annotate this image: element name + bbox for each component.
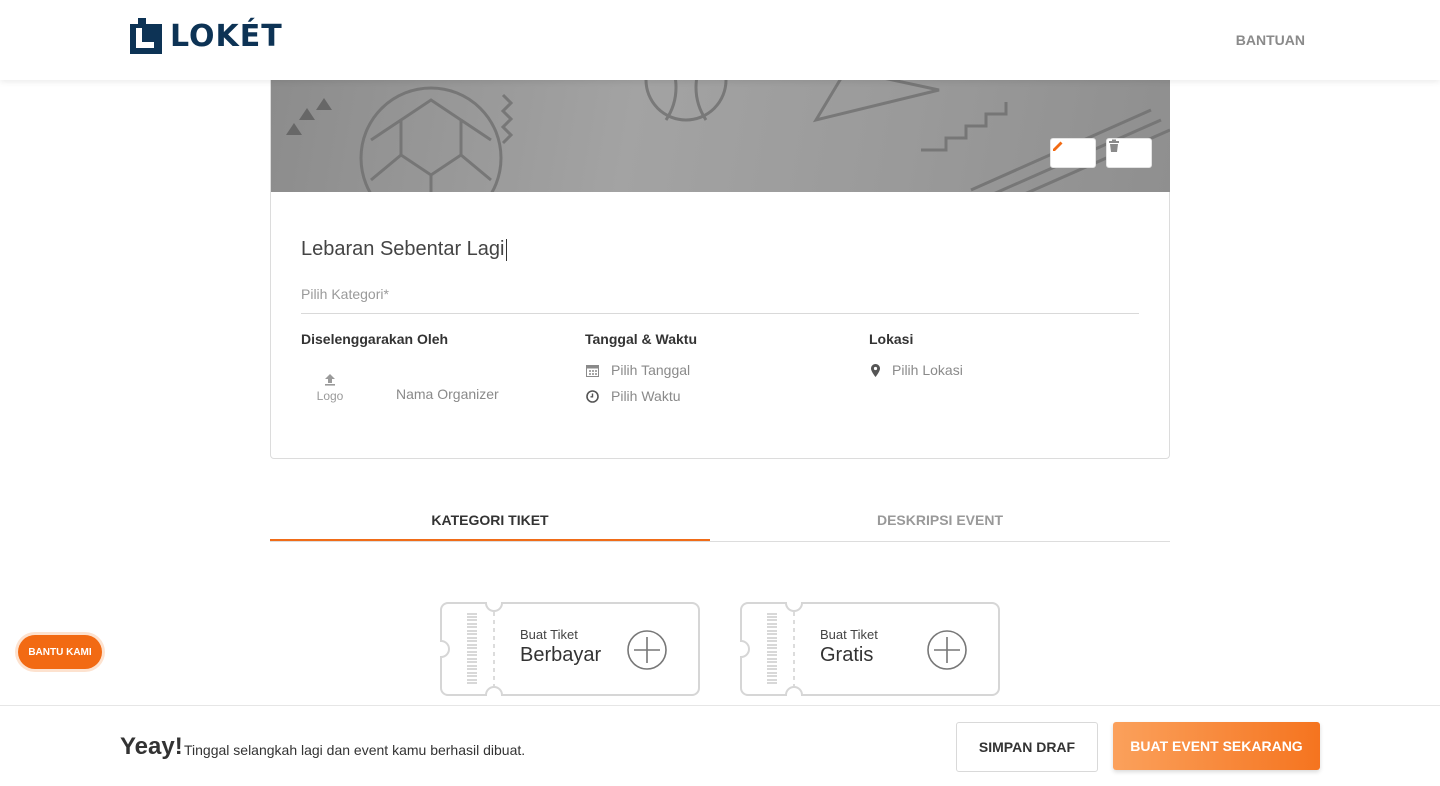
logo-label: Logo bbox=[316, 389, 344, 403]
loket-logo[interactable]: LOKÉT bbox=[130, 18, 283, 54]
time-placeholder: Pilih Waktu bbox=[611, 388, 681, 404]
event-title-input[interactable]: Lebaran Sebentar Lagi bbox=[301, 238, 507, 261]
text-caret bbox=[505, 238, 507, 261]
ticket-small-label: Buat Tiket bbox=[820, 627, 878, 642]
ticket-small-label: Buat Tiket bbox=[520, 627, 578, 642]
plus-circle-icon bbox=[627, 630, 667, 670]
event-title-text: Lebaran Sebentar Lagi bbox=[301, 238, 505, 260]
loket-logo-icon bbox=[130, 18, 162, 54]
time-picker[interactable]: Pilih Waktu bbox=[586, 388, 681, 404]
ticket-big-label: Gratis bbox=[820, 644, 874, 666]
date-placeholder: Pilih Tanggal bbox=[611, 362, 691, 378]
help-link[interactable]: BANTUAN bbox=[1236, 32, 1305, 48]
calendar-icon bbox=[586, 364, 599, 377]
category-select[interactable]: Pilih Kategori* bbox=[301, 286, 1139, 314]
create-event-button[interactable]: BUAT EVENT SEKARANG bbox=[1113, 722, 1320, 770]
create-free-ticket-card[interactable]: Buat Tiket Gratis bbox=[740, 602, 1000, 696]
upload-icon bbox=[325, 374, 335, 386]
ticket-big-label: Berbayar bbox=[520, 644, 602, 666]
delete-banner-button[interactable] bbox=[1106, 138, 1152, 168]
location-placeholder: Pilih Lokasi bbox=[892, 362, 963, 378]
brand-name: LOKÉT bbox=[170, 18, 283, 54]
trash-icon bbox=[1109, 139, 1119, 152]
tab-kategori-tiket[interactable]: KATEGORI TIKET bbox=[270, 498, 710, 541]
footer-headline: Yeay! bbox=[120, 733, 183, 760]
edit-banner-button[interactable] bbox=[1050, 138, 1096, 168]
map-pin-icon bbox=[871, 363, 880, 377]
footer-bar: Yeay! Tinggal selangkah lagi dan event k… bbox=[0, 705, 1440, 786]
upload-logo-button[interactable]: Logo bbox=[313, 374, 347, 403]
save-draft-button[interactable]: SIMPAN DRAF bbox=[956, 722, 1098, 772]
help-us-button[interactable]: BANTU KAMI bbox=[18, 635, 102, 669]
clock-icon bbox=[586, 389, 599, 403]
top-navbar: LOKÉT BANTUAN bbox=[0, 0, 1440, 80]
event-card: Lebaran Sebentar Lagi Pilih Kategori* Di… bbox=[270, 80, 1170, 459]
date-picker[interactable]: Pilih Tanggal bbox=[586, 362, 690, 378]
footer-message: Tinggal selangkah lagi dan event kamu be… bbox=[184, 742, 526, 758]
organizer-name-input[interactable]: Nama Organizer bbox=[396, 386, 499, 402]
pencil-icon bbox=[1053, 141, 1063, 151]
tab-deskripsi-event[interactable]: DESKRIPSI EVENT bbox=[710, 498, 1170, 541]
banner-pattern bbox=[286, 80, 1170, 192]
location-label: Lokasi bbox=[869, 331, 914, 347]
event-tabs: KATEGORI TIKET DESKRIPSI EVENT bbox=[270, 498, 1170, 542]
create-paid-ticket-card[interactable]: Buat Tiket Berbayar bbox=[440, 602, 700, 696]
datetime-label: Tanggal & Waktu bbox=[585, 331, 697, 347]
event-banner bbox=[271, 80, 1170, 192]
plus-circle-icon bbox=[927, 630, 967, 670]
organizer-label: Diselenggarakan Oleh bbox=[301, 331, 449, 347]
location-picker[interactable]: Pilih Lokasi bbox=[871, 362, 963, 378]
